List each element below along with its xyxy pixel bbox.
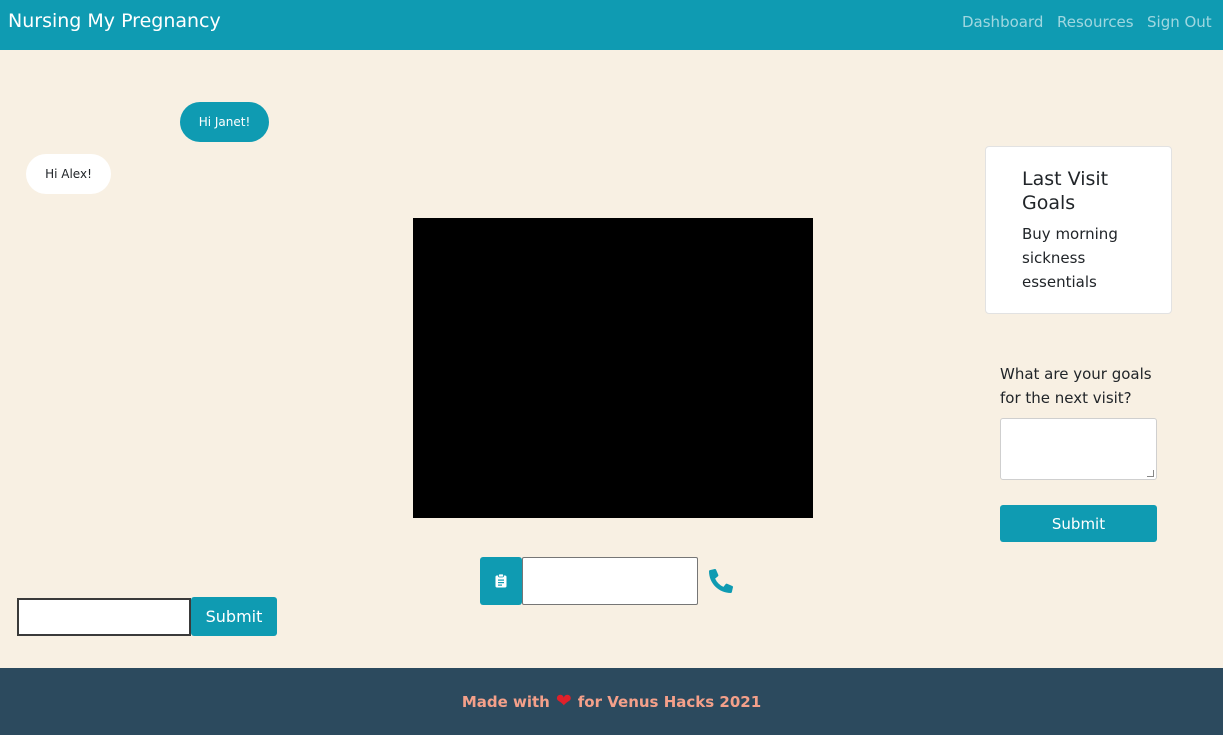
next-visit-goals-label: What are your goals for the next visit? bbox=[1000, 365, 1152, 407]
chat-submit-button[interactable]: Submit bbox=[191, 597, 277, 636]
footer-prefix: Made with bbox=[461, 692, 550, 711]
nav-sign-out-link[interactable]: Sign Out bbox=[1147, 13, 1212, 31]
chat-message-received: Hi Alex! bbox=[26, 154, 111, 194]
video-call-screen bbox=[413, 218, 813, 518]
nav-dashboard-link[interactable]: Dashboard bbox=[962, 13, 1043, 31]
footer-text: Made with ❤ for Venus Hacks 2021 bbox=[462, 692, 761, 711]
peer-id-input[interactable] bbox=[522, 557, 698, 605]
chat-message-input[interactable] bbox=[17, 598, 191, 636]
resize-handle-icon[interactable] bbox=[1147, 470, 1154, 477]
goals-submit-button[interactable]: Submit bbox=[1000, 505, 1157, 542]
footer: Made with ❤ for Venus Hacks 2021 bbox=[0, 668, 1223, 735]
nav-resources-link[interactable]: Resources bbox=[1057, 13, 1134, 31]
top-navbar: Nursing My Pregnancy Dashboard Resources… bbox=[0, 0, 1223, 50]
last-visit-goals-card: Last Visit Goals Buy morning sickness es… bbox=[985, 146, 1172, 314]
next-visit-goals-textarea[interactable] bbox=[1000, 418, 1157, 480]
last-visit-goals-title: Last Visit Goals bbox=[1022, 168, 1109, 214]
chat-message-sent: Hi Janet! bbox=[180, 102, 269, 142]
heart-icon: ❤ bbox=[555, 690, 572, 712]
footer-suffix: for Venus Hacks 2021 bbox=[577, 692, 762, 711]
last-visit-goals-text: Buy morning sickness essentials bbox=[1022, 225, 1118, 291]
phone-icon[interactable] bbox=[709, 569, 733, 593]
brand-title[interactable]: Nursing My Pregnancy bbox=[8, 10, 221, 32]
copy-id-button[interactable] bbox=[480, 557, 522, 605]
clipboard-icon bbox=[495, 574, 507, 588]
